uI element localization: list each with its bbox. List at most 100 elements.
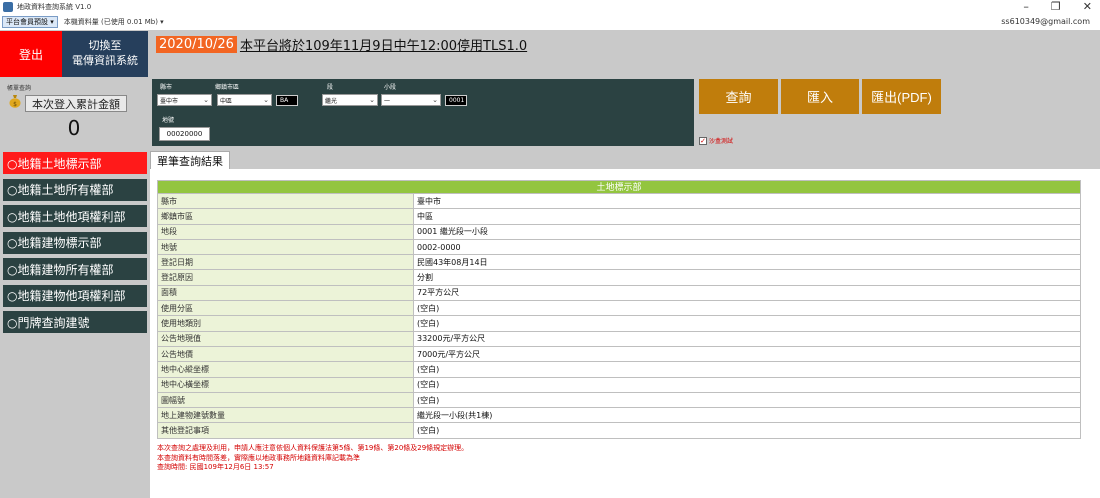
table-row: 地中心縱坐標 (空白) <box>157 362 1081 378</box>
table-row-label: 地號 <box>158 239 414 255</box>
subsection-select[interactable]: 一 ⌄ <box>381 94 441 106</box>
query-button[interactable]: 查詢 <box>699 79 778 114</box>
total-amount-value: 0 <box>67 116 81 140</box>
money-bag-icon: $ <box>9 95 21 108</box>
window-controls: – ❐ ✕ <box>1023 0 1092 14</box>
table-row: 登記日期 民國43年08月14日 <box>157 255 1081 271</box>
table-row-value: 72平方公尺 <box>414 285 1080 301</box>
table-row: 公告地價 7000元/平方公尺 <box>157 346 1081 363</box>
table-row-label: 登記日期 <box>158 255 414 270</box>
table-row: 公告地現值 33200元/平方公尺 <box>157 331 1081 347</box>
chevron-down-icon: ⌄ <box>203 96 209 104</box>
table-row-label: 使用地類別 <box>158 316 414 331</box>
sandbox-test-label: 沙盒測試 <box>709 138 734 145</box>
table-row-value: (空白) <box>414 377 1080 392</box>
table-row-label: 公告地價 <box>158 346 414 362</box>
county-select-value: 臺中市 <box>160 97 179 105</box>
district-code: BA <box>276 95 298 106</box>
county-select[interactable]: 臺中市 ⌄ <box>157 94 212 106</box>
table-row-label: 地段 <box>158 224 414 239</box>
table-row-value: (空白) <box>414 316 1080 331</box>
table-row: 使用地類別 (空白) <box>157 316 1081 332</box>
table-row-label: 面積 <box>158 285 414 301</box>
table-row: 地號 0002-0000 <box>157 239 1081 256</box>
table-row-value: (空白) <box>414 392 1080 408</box>
table-row: 面積 72平方公尺 <box>157 285 1081 302</box>
nav-item-land-other-rights[interactable]: ○地籍土地他項權利部 <box>3 205 147 227</box>
table-row-label: 縣市 <box>158 194 414 209</box>
bill-query-area: 帳單查詢 $ 本次登入累計金額 0 <box>0 78 148 148</box>
table-row: 使用分區 (空白) <box>157 301 1081 317</box>
table-row: 地段 0001 繼光段一小段 <box>157 224 1081 240</box>
platform-select[interactable]: 平台會員預設 ▾ <box>2 15 58 28</box>
section-select[interactable]: 繼光 ⌄ <box>322 94 378 106</box>
nav-item-building-ownership[interactable]: ○地籍建物所有權部 <box>3 258 147 280</box>
user-email: ss610349@gmail.com <box>1001 17 1090 26</box>
table-row-label: 使用分區 <box>158 301 414 316</box>
note-disclaimer: 本查詢資料有時間落差，實際應以地政事務所地籍資料庫記載為準 <box>157 453 360 462</box>
switch-line-2: 電傳資訊系統 <box>72 55 138 67</box>
query-filter-panel: 縣市 臺中市 ⌄ 鄉鎮市區 中區 ⌄ BA 段 繼光 ⌄ 小段 一 ⌄ 0001… <box>152 79 694 146</box>
table-row-label: 其他登記事項 <box>158 423 414 438</box>
result-panel: 土地標示部 縣市 臺中市 鄉鎮市區 中區 地段 0001 繼光段一小段 地號 0002-000… <box>150 169 1100 498</box>
table-row-value: 分割 <box>414 270 1080 285</box>
sandbox-test-toggle[interactable]: ✓ 沙盒測試 <box>699 136 733 145</box>
table-row: 縣市 臺中市 <box>157 194 1081 210</box>
district-label: 鄉鎮市區 <box>215 84 240 91</box>
table-row: 登記原因 分割 <box>157 270 1081 286</box>
table-row: 鄉鎮市區 中區 <box>157 209 1081 225</box>
county-label: 縣市 <box>160 84 173 91</box>
nav-item-land-marking[interactable]: ○地籍土地標示部 <box>3 152 147 174</box>
nav-item-land-ownership[interactable]: ○地籍土地所有權部 <box>3 178 147 201</box>
window-title: 地政資料查詢系統 V1.0 <box>17 3 92 11</box>
table-row-value: 0002-0000 <box>414 239 1080 255</box>
storage-dropdown[interactable]: 本機資料量 (已使用 0.01 Mb) ▾ <box>64 17 164 27</box>
chevron-down-icon: ⌄ <box>432 96 438 104</box>
table-row-value: (空白) <box>414 301 1080 316</box>
section-select-value: 繼光 <box>325 97 338 105</box>
result-table: 土地標示部 縣市 臺中市 鄉鎮市區 中區 地段 0001 繼光段一小段 地號 0002-000… <box>157 180 1081 439</box>
maximize-button[interactable]: ❐ <box>1051 0 1061 14</box>
import-button[interactable]: 匯入 <box>781 79 859 114</box>
district-select[interactable]: 中區 ⌄ <box>217 94 272 106</box>
nav-item-doorplate-query[interactable]: ○門牌查詢建號 <box>3 311 147 333</box>
subsection-label: 小段 <box>384 84 397 91</box>
tab-single-result[interactable]: 單筆查詢結果 <box>150 151 230 169</box>
announcement: 2020/10/26 本平台將於109年11月9日中午12:00停用TLS1.0 <box>156 35 527 54</box>
table-row-label: 地上建物建號數量 <box>158 408 414 423</box>
app-icon <box>3 2 13 12</box>
bill-caption: 帳單查詢 <box>7 85 32 92</box>
total-amount-button[interactable]: 本次登入累計金額 <box>25 95 127 112</box>
section-label: 段 <box>327 84 334 91</box>
lot-number-input[interactable]: 00020000 <box>159 127 210 141</box>
table-row-label: 登記原因 <box>158 270 414 285</box>
announcement-text[interactable]: 本平台將於109年11月9日中午12:00停用TLS1.0 <box>240 35 527 54</box>
export-pdf-button[interactable]: 匯出(PDF) <box>862 79 941 114</box>
note-query-time: 查詢時間: 民國109年12月6日 13:57 <box>157 463 274 471</box>
menu-bar: 平台會員預設 ▾ 本機資料量 (已使用 0.01 Mb) ▾ ss610349@… <box>0 14 1100 29</box>
switch-system-button[interactable]: 切換至 電傳資訊系統 <box>62 31 148 77</box>
table-row-label: 地中心橫坐標 <box>158 377 414 392</box>
logout-button[interactable]: 登出 <box>0 31 62 77</box>
table-row-value: 臺中市 <box>414 194 1080 209</box>
note-privacy: 本次查詢之處理及利用，申請人應注意依個人資料保護法第5條、第19條、第20條及2… <box>157 444 469 452</box>
table-row-value: 繼光段一小段(共1棟) <box>414 408 1080 423</box>
table-row-label: 圖幅號 <box>158 392 414 408</box>
table-row-value: 7000元/平方公尺 <box>414 346 1080 362</box>
close-button[interactable]: ✕ <box>1083 0 1092 14</box>
window-titlebar: 地政資料查詢系統 V1.0 – ❐ ✕ <box>0 0 1100 14</box>
table-row-value: (空白) <box>414 362 1080 377</box>
checkbox-checked-icon[interactable]: ✓ <box>699 136 707 145</box>
svg-text:$: $ <box>13 101 17 108</box>
district-select-value: 中區 <box>220 97 233 105</box>
table-row-label: 地中心縱坐標 <box>158 362 414 377</box>
minimize-button[interactable]: – <box>1023 0 1029 14</box>
table-row-value: 33200元/平方公尺 <box>414 331 1080 346</box>
nav-item-building-marking[interactable]: ○地籍建物標示部 <box>3 231 147 254</box>
table-row-value: (空白) <box>414 423 1080 438</box>
chevron-down-icon: ⌄ <box>263 96 269 104</box>
nav-item-building-other-rights[interactable]: ○地籍建物他項權利部 <box>3 284 147 307</box>
chevron-down-icon: ⌄ <box>369 96 375 104</box>
query-notes: 本次查詢之處理及利用，申請人應注意依個人資料保護法第5條、第19條、第20條及2… <box>157 444 468 473</box>
switch-line-1: 切換至 <box>88 40 122 52</box>
